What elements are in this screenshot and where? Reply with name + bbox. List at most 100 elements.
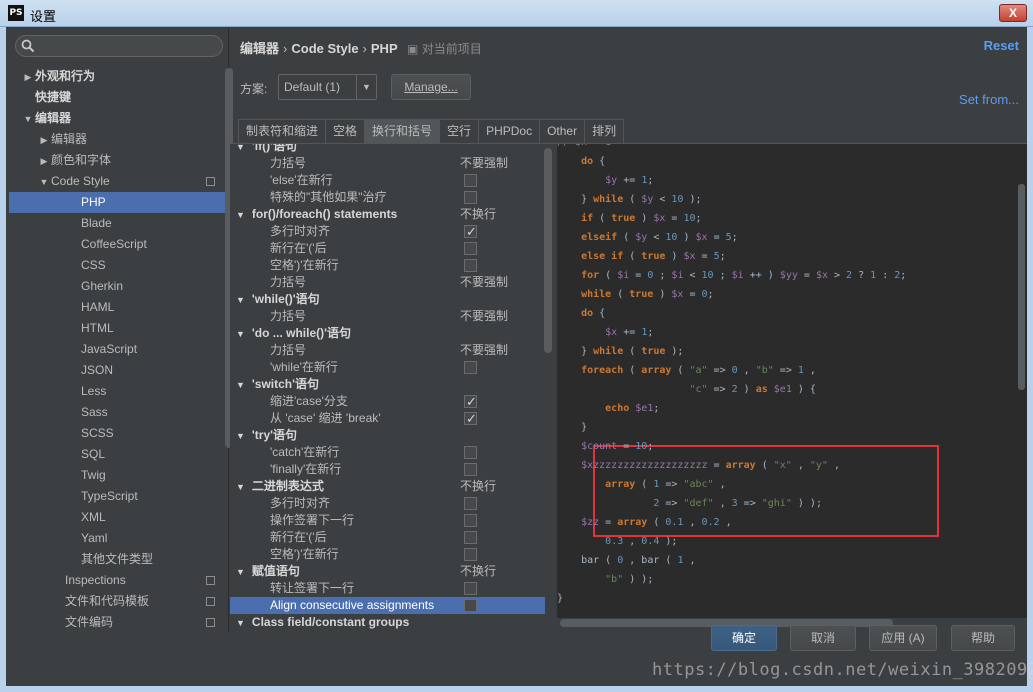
option-row[interactable]: 新行在'('后	[230, 240, 545, 257]
sidebar-item[interactable]: ▶ 编辑器	[9, 129, 225, 150]
sidebar-item[interactable]: 其他文件类型	[9, 549, 225, 570]
option-value-dropdown[interactable]: 不换行	[460, 563, 496, 580]
sidebar-item[interactable]: XML	[9, 507, 225, 528]
sidebar-item[interactable]: HAML	[9, 297, 225, 318]
option-checkbox[interactable]	[464, 259, 477, 272]
option-value-dropdown[interactable]: 不要强制	[460, 308, 508, 325]
option-row[interactable]: 'else'在新行	[230, 172, 545, 189]
tab-5[interactable]: Other	[539, 119, 586, 143]
option-group[interactable]: ▼ 二进制表达式 不换行	[230, 478, 545, 495]
option-group[interactable]: ▼ for()/foreach() statements 不换行	[230, 206, 545, 223]
collapsed-arrow-icon[interactable]: ▶	[21, 67, 35, 88]
tab-3[interactable]: 空行	[439, 119, 480, 143]
sidebar-item[interactable]: ▶ 颜色和字体	[9, 150, 225, 171]
option-checkbox[interactable]	[464, 393, 477, 410]
tab-2[interactable]: 换行和括号	[364, 119, 441, 143]
expanded-arrow-icon[interactable]: ▼	[236, 295, 245, 305]
option-checkbox[interactable]	[464, 599, 477, 612]
option-row[interactable]: 力括号 不要强制	[230, 308, 545, 325]
sidebar-item[interactable]: Less	[9, 381, 225, 402]
sidebar-item[interactable]: TypeScript	[9, 486, 225, 507]
sidebar-item[interactable]: 文件和代码模板	[9, 591, 225, 612]
option-row[interactable]: 缩进'case'分支	[230, 393, 545, 410]
scheme-dropdown[interactable]: Default (1) ▼	[278, 74, 377, 100]
option-checkbox[interactable]	[464, 446, 477, 459]
option-group[interactable]: ▼ 'do ... while()'语句	[230, 325, 545, 342]
sidebar-item[interactable]: HTML	[9, 318, 225, 339]
option-row[interactable]: 多行时对齐	[230, 495, 545, 512]
collapsed-arrow-icon[interactable]: ▶	[37, 130, 51, 151]
option-group[interactable]: ▼ 'switch'语句	[230, 376, 545, 393]
expanded-arrow-icon[interactable]: ▼	[236, 144, 245, 152]
option-checkbox[interactable]	[464, 463, 477, 476]
sidebar-item[interactable]: Sass	[9, 402, 225, 423]
collapsed-arrow-icon[interactable]: ▶	[37, 151, 51, 172]
option-row[interactable]: 转让签署下一行	[230, 580, 545, 597]
sidebar-item[interactable]: ▼ 编辑器	[9, 108, 225, 129]
expanded-arrow-icon[interactable]: ▼	[236, 210, 245, 220]
option-checkbox[interactable]	[464, 191, 477, 204]
expanded-arrow-icon[interactable]: ▼	[236, 567, 245, 577]
option-row[interactable]: 空格')'在新行	[230, 257, 545, 274]
expanded-arrow-icon[interactable]: ▼	[236, 329, 245, 339]
option-checkbox[interactable]	[464, 582, 477, 595]
option-group[interactable]: ▼ 'try'语句	[230, 427, 545, 444]
sidebar-item[interactable]: ▼ Code Style	[9, 171, 225, 192]
option-group[interactable]: ▼ 'while()'语句	[230, 291, 545, 308]
option-row[interactable]: 力括号 不要强制	[230, 274, 545, 291]
option-checkbox[interactable]	[464, 361, 477, 374]
search-field[interactable]	[15, 35, 223, 57]
option-value-dropdown[interactable]: 不要强制	[460, 155, 508, 172]
cancel-button[interactable]: 取消	[790, 625, 856, 651]
sidebar-item[interactable]: 快捷键	[9, 87, 225, 108]
option-row[interactable]: 特殊的"其他如果"治疗	[230, 189, 545, 206]
option-value-dropdown[interactable]: 不要强制	[460, 342, 508, 359]
option-row[interactable]: 力括号 不要强制	[230, 342, 545, 359]
manage-button[interactable]: Manage...	[391, 74, 471, 100]
option-group[interactable]: ▼ Class field/constant groups	[230, 614, 545, 631]
option-group[interactable]: ▼ 'if()'语句	[230, 144, 545, 155]
expanded-arrow-icon[interactable]: ▼	[236, 431, 245, 441]
expanded-arrow-icon[interactable]: ▼	[21, 109, 35, 130]
sidebar-item[interactable]: Blade	[9, 213, 225, 234]
sidebar-item[interactable]: JSON	[9, 360, 225, 381]
option-row[interactable]: 新行在'('后	[230, 529, 545, 546]
sidebar-item[interactable]: Gherkin	[9, 276, 225, 297]
tab-4[interactable]: PHPDoc	[478, 119, 541, 143]
option-row[interactable]: 从 'case' 缩进 'break'	[230, 410, 545, 427]
help-button[interactable]: 帮助	[951, 625, 1015, 651]
option-value-dropdown[interactable]: 不换行	[460, 206, 496, 223]
expanded-arrow-icon[interactable]: ▼	[37, 172, 51, 193]
option-checkbox[interactable]	[464, 174, 477, 187]
option-row[interactable]: 操作签署下一行	[230, 512, 545, 529]
option-checkbox[interactable]	[464, 497, 477, 510]
apply-button[interactable]: 应用 (A)	[869, 625, 937, 651]
ok-button[interactable]: 确定	[711, 625, 777, 651]
sidebar-item[interactable]: 文件编码	[9, 612, 225, 633]
tab-0[interactable]: 制表符和缩进	[238, 119, 327, 143]
code-vertical-scrollbar[interactable]	[1018, 184, 1025, 390]
sidebar-item[interactable]: CSS	[9, 255, 225, 276]
tab-1[interactable]: 空格	[325, 119, 366, 143]
sidebar-item[interactable]: JavaScript	[9, 339, 225, 360]
option-checkbox[interactable]	[464, 548, 477, 561]
option-value-dropdown[interactable]: 不换行	[460, 478, 496, 495]
option-row[interactable]: 空格')'在新行	[230, 546, 545, 563]
option-row[interactable]: 'catch'在新行	[230, 444, 545, 461]
option-row[interactable]: 多行时对齐	[230, 223, 545, 240]
sidebar-item[interactable]: PHP	[9, 192, 225, 213]
sidebar-item[interactable]: Yaml	[9, 528, 225, 549]
option-row[interactable]: 'while'在新行	[230, 359, 545, 376]
option-row[interactable]: 力括号 不要强制	[230, 155, 545, 172]
option-value-dropdown[interactable]: 不要强制	[460, 274, 508, 291]
option-checkbox[interactable]	[464, 410, 477, 427]
sidebar-item[interactable]: Inspections	[9, 570, 225, 591]
option-checkbox[interactable]	[464, 531, 477, 544]
expanded-arrow-icon[interactable]: ▼	[236, 482, 245, 492]
option-row[interactable]: 'finally'在新行	[230, 461, 545, 478]
sidebar-item[interactable]: Twig	[9, 465, 225, 486]
sidebar-item[interactable]: ▶ 外观和行为	[9, 66, 225, 87]
sidebar-item[interactable]: SQL	[9, 444, 225, 465]
close-button[interactable]: X	[999, 4, 1027, 22]
option-checkbox[interactable]	[464, 223, 477, 240]
